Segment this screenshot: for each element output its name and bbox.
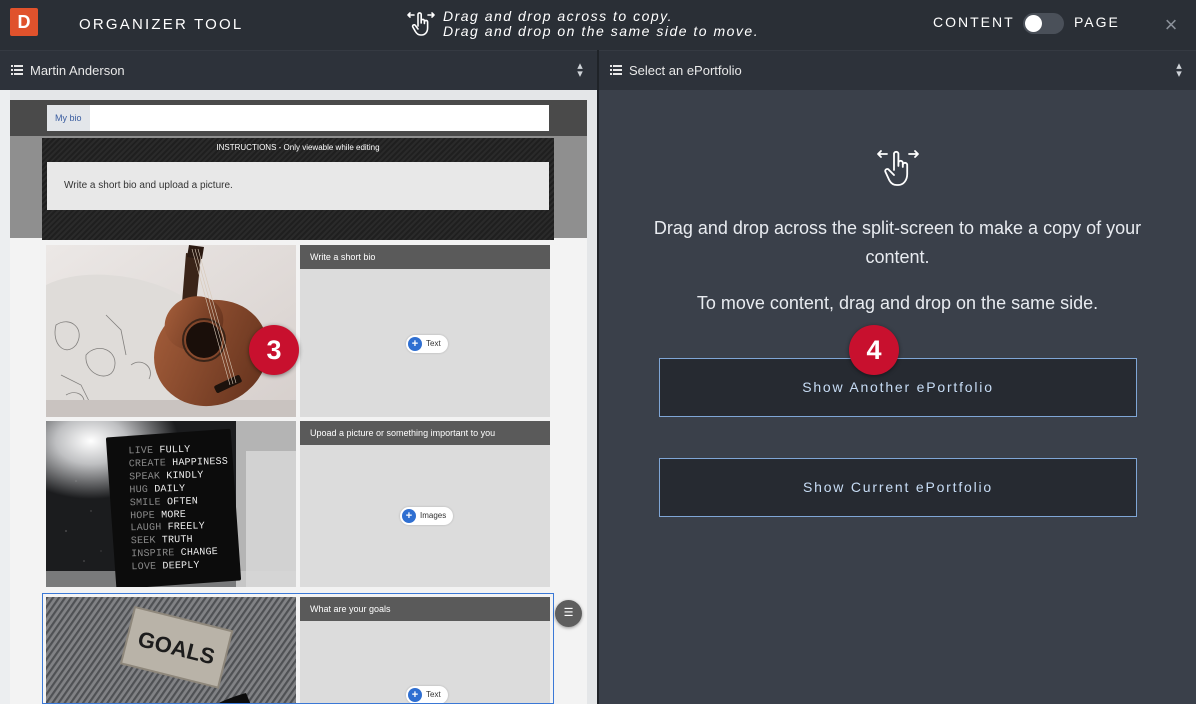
show-another-eportfolio-button[interactable]: Show Another ePortfolio bbox=[659, 358, 1137, 417]
tab-my-bio[interactable]: My bio bbox=[47, 105, 90, 131]
updown-chevron-icon: ▴ ▾ bbox=[1176, 60, 1182, 80]
page-mode-label[interactable]: PAGE bbox=[1074, 14, 1120, 30]
content-card-bio: Write a short bio + Text bbox=[300, 245, 550, 417]
drag-handle-icon[interactable]: ☰ bbox=[555, 600, 582, 627]
copy-message: Drag and drop across the split-screen to… bbox=[653, 218, 1142, 267]
instruction-move: Drag and drop on the same side to move. bbox=[443, 23, 760, 39]
list-icon bbox=[610, 65, 622, 75]
instructions-footer-stripe bbox=[42, 216, 554, 238]
list-icon bbox=[11, 65, 23, 75]
instructions-block[interactable]: INSTRUCTIONS - Only viewable while editi… bbox=[42, 138, 554, 240]
letterboard-photo: LIVE FULLY CREATE HAPPINESS SPEAK KINDLY HU… bbox=[46, 421, 296, 587]
add-text-label: Text bbox=[426, 339, 441, 348]
instructions-caption: INSTRUCTIONS - Only viewable while editi… bbox=[216, 143, 380, 152]
content-page-toggle[interactable] bbox=[1023, 13, 1064, 34]
close-icon[interactable]: × bbox=[1160, 14, 1182, 36]
drag-hand-icon bbox=[877, 150, 919, 186]
add-text-button[interactable]: + Text bbox=[406, 335, 448, 353]
drag-hand-icon bbox=[407, 12, 435, 36]
right-portfolio-selector[interactable]: Select an ePortfolio ▴ ▾ bbox=[599, 50, 1196, 90]
top-bar: D ORGANIZER TOOL Drag and drop across to… bbox=[0, 0, 1196, 50]
instruction-copy: Drag and drop across to copy. bbox=[443, 8, 674, 24]
page-tabs: My bio bbox=[47, 105, 549, 131]
letterboard-line: LOVE DEEPLY bbox=[131, 560, 200, 574]
updown-chevron-icon: ▴ ▾ bbox=[577, 60, 583, 80]
show-current-eportfolio-button[interactable]: Show Current ePortfolio bbox=[659, 458, 1137, 517]
right-selector-label: Select an ePortfolio bbox=[629, 63, 742, 78]
content-card-picture: Upoad a picture or something important t… bbox=[300, 421, 550, 587]
tool-title: ORGANIZER TOOL bbox=[79, 16, 244, 33]
content-row-picture[interactable]: LIVE FULLY CREATE HAPPINESS SPEAK KINDLY HU… bbox=[46, 421, 550, 587]
left-scroll-gutter bbox=[0, 90, 10, 704]
toggle-knob bbox=[1025, 15, 1042, 32]
callout-badge-4: 4 bbox=[849, 325, 899, 375]
letterboard-text: LIVE FULLY CREATE HAPPINESS SPEAK KINDLY HU… bbox=[128, 444, 231, 576]
add-images-label: Images bbox=[420, 511, 447, 520]
plus-icon: + bbox=[402, 509, 416, 523]
instructions-text: Write a short bio and upload a picture. bbox=[64, 180, 233, 191]
card-title: Upoad a picture or something important t… bbox=[300, 421, 550, 445]
selected-row-outline bbox=[42, 593, 554, 704]
left-selector-label: Martin Anderson bbox=[30, 63, 125, 78]
move-message: To move content, drag and drop on the sa… bbox=[696, 293, 1099, 313]
right-content-pane: Drag and drop across the split-screen to… bbox=[599, 90, 1196, 704]
app-logo: D bbox=[10, 8, 38, 36]
drag-instructions: Drag and drop across to copy. Drag and d… bbox=[443, 9, 759, 39]
organizer-tool-app: D ORGANIZER TOOL Drag and drop across to… bbox=[0, 0, 1196, 704]
content-row-bio[interactable]: Write a short bio + Text bbox=[46, 245, 550, 417]
content-mode-label[interactable]: CONTENT bbox=[933, 14, 1015, 30]
card-title: Write a short bio bbox=[300, 245, 550, 269]
callout-badge-3: 3 bbox=[249, 325, 299, 375]
plus-icon: + bbox=[408, 337, 422, 351]
add-images-button[interactable]: + Images bbox=[400, 507, 454, 525]
instructions-textbox: Write a short bio and upload a picture. bbox=[47, 162, 549, 210]
letterboard-line: CREATE HAPPINESS bbox=[128, 456, 229, 471]
left-portfolio-selector[interactable]: Martin Anderson ▴ ▾ bbox=[0, 50, 597, 90]
